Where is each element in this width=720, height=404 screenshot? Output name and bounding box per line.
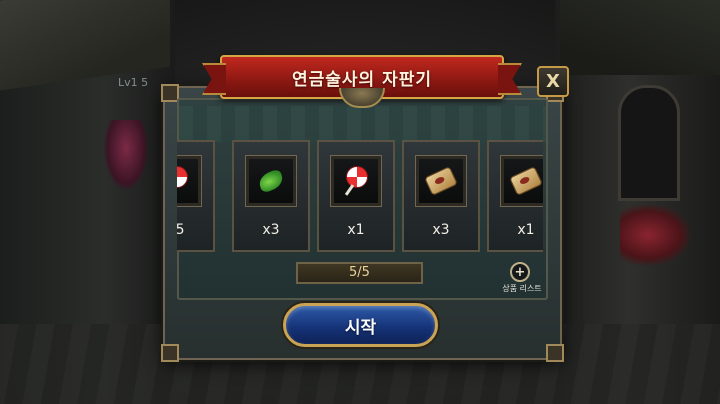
- roof-right: [560, 0, 720, 75]
- zoom-in-icon: +: [510, 262, 530, 282]
- product-list-label: 상품 리스트: [502, 284, 542, 293]
- item-slot: [500, 155, 543, 207]
- item-card[interactable]: x5: [177, 140, 215, 252]
- item-slot: [177, 155, 202, 207]
- lollipop-icon: [344, 166, 368, 196]
- scroll-icon: [424, 166, 458, 196]
- npc-character-left[interactable]: [104, 120, 148, 190]
- lollipop-icon: [177, 166, 188, 196]
- start-button[interactable]: 시작: [283, 303, 438, 347]
- item-quantity: x3: [262, 222, 280, 238]
- item-quantity: x1: [517, 222, 535, 238]
- dialog-title: 연금술사의 자판기: [291, 69, 433, 90]
- npc-character-right[interactable]: [620, 205, 690, 265]
- item-reel[interactable]: x5 x3 x1 x3 x1: [177, 140, 543, 252]
- close-button[interactable]: X: [537, 66, 569, 97]
- scroll-icon: [509, 166, 543, 196]
- arched-window: [618, 85, 680, 201]
- item-slot: [245, 155, 297, 207]
- frame-corner: [161, 344, 179, 362]
- npc-level-text: Lv1 5: [118, 76, 149, 89]
- item-quantity: x3: [432, 222, 450, 238]
- progress-bar: 5/5: [296, 262, 423, 284]
- product-list-button[interactable]: + 상품 리스트: [500, 262, 546, 296]
- item-card[interactable]: x3: [232, 140, 310, 252]
- item-quantity: x1: [347, 222, 365, 238]
- item-card[interactable]: x1: [487, 140, 543, 252]
- herb-icon: [256, 168, 286, 194]
- item-slot: [330, 155, 382, 207]
- start-label: 시작: [344, 317, 377, 338]
- item-quantity: x5: [177, 222, 185, 238]
- close-icon: X: [546, 70, 560, 92]
- ornament-band: [179, 106, 546, 142]
- frame-corner: [546, 344, 564, 362]
- item-card[interactable]: x3: [402, 140, 480, 252]
- item-card[interactable]: x1: [317, 140, 395, 252]
- progress-text: 5/5: [349, 265, 370, 280]
- item-slot: [415, 155, 467, 207]
